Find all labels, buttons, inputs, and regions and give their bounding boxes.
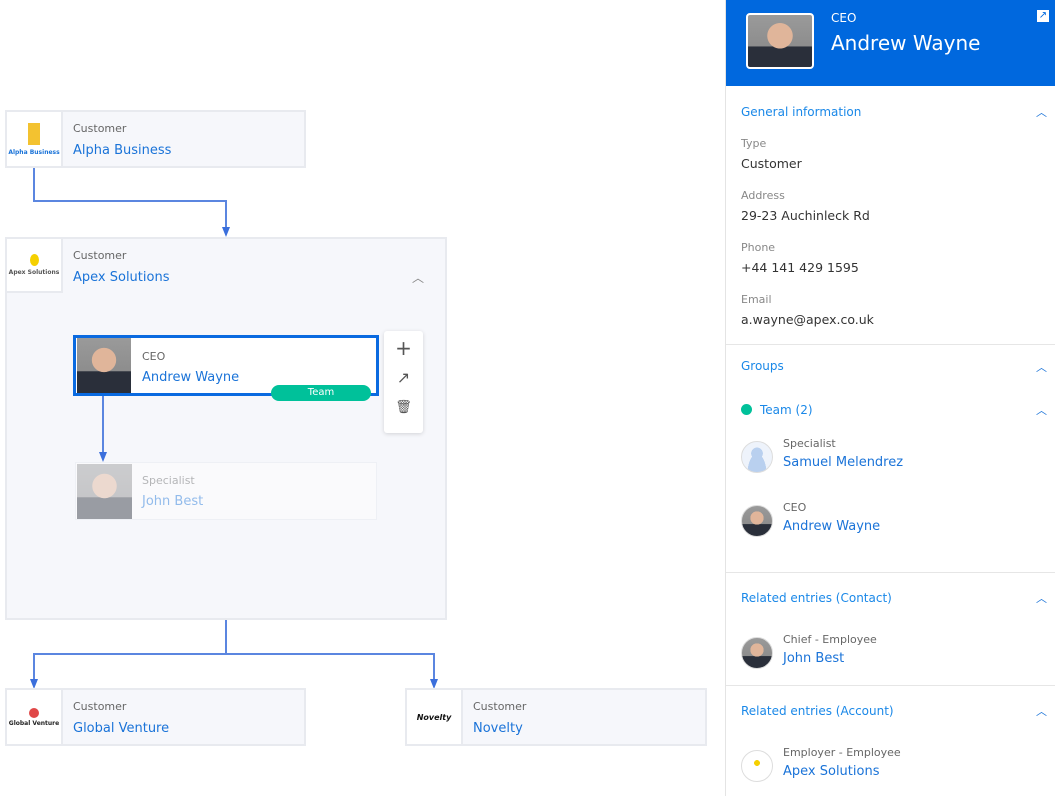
related-contact: Chief - Employee John Best xyxy=(741,633,1055,673)
avatar xyxy=(746,13,814,69)
company-logo: Novelty xyxy=(407,690,463,744)
team-color-dot xyxy=(741,404,752,415)
connect-arrow-icon[interactable]: ↗ xyxy=(384,368,423,400)
group-member: Specialist Samuel Melendrez xyxy=(741,437,1055,477)
avatar xyxy=(741,637,773,669)
chevron-up-icon[interactable]: ︿ xyxy=(1036,359,1047,375)
node-name[interactable]: John Best xyxy=(142,494,203,509)
group-member: CEO Andrew Wayne xyxy=(741,501,1055,541)
type-value: Customer xyxy=(741,156,802,171)
company-logo: Global Venture xyxy=(7,690,63,744)
phone-value: +44 141 429 1595 xyxy=(741,260,859,275)
avatar xyxy=(77,338,131,393)
connector xyxy=(33,653,435,655)
company-logo xyxy=(741,750,773,782)
member-role: Specialist xyxy=(783,437,836,450)
section-title[interactable]: Related entries (Contact) xyxy=(741,591,892,605)
relation-role: Employer - Employee xyxy=(783,746,901,759)
section-title[interactable]: Groups xyxy=(741,359,784,373)
phone-label: Phone xyxy=(741,241,776,254)
trash-icon[interactable]: 🗑 xyxy=(384,400,423,415)
node-role: Specialist xyxy=(142,474,195,487)
chevron-up-icon[interactable]: ︿ xyxy=(1036,703,1047,719)
node-name[interactable]: Andrew Wayne xyxy=(142,370,239,385)
node-name[interactable]: Global Venture xyxy=(73,721,169,736)
avatar xyxy=(77,464,132,519)
type-label: Type xyxy=(741,137,767,150)
avatar xyxy=(741,505,773,537)
chevron-up-icon[interactable]: ︿ xyxy=(1036,402,1047,418)
section-groups: Groups ︿ Team (2) ︿ Specialist Samuel Me… xyxy=(726,345,1055,573)
open-external-icon[interactable]: ↗ xyxy=(1037,10,1049,22)
node-novelty[interactable]: Novelty Customer Novelty xyxy=(405,688,707,746)
group-apex-solutions[interactable]: Apex Solutions Customer Apex Solutions ︿ xyxy=(5,237,447,620)
node-name[interactable]: Alpha Business xyxy=(73,143,171,158)
related-account: Employer - Employee Apex Solutions xyxy=(741,746,1055,786)
team-badge: Team xyxy=(271,385,371,401)
arrow-head xyxy=(99,452,107,462)
section-related-contact: Related entries (Contact) ︿ Chief - Empl… xyxy=(726,573,1055,686)
related-name[interactable]: John Best xyxy=(783,651,844,666)
header-role: CEO xyxy=(831,11,857,25)
connector xyxy=(225,620,227,654)
node-type: Customer xyxy=(73,122,127,135)
node-name[interactable]: Novelty xyxy=(473,721,523,736)
collapse-chevron-icon[interactable]: ︿ xyxy=(412,269,424,286)
member-name[interactable]: Andrew Wayne xyxy=(783,519,880,534)
relation-role: Chief - Employee xyxy=(783,633,877,646)
connector xyxy=(102,396,104,454)
email-label: Email xyxy=(741,293,772,306)
arrow-head xyxy=(222,227,230,237)
company-logo: Apex Solutions xyxy=(7,239,63,293)
details-panel: CEO Andrew Wayne ↗ General information ︿… xyxy=(725,0,1055,796)
node-role: CEO xyxy=(142,350,166,363)
address-value: 29-23 Auchinleck Rd xyxy=(741,208,870,223)
node-type: Customer xyxy=(473,700,527,713)
node-type: Customer xyxy=(73,700,127,713)
section-general-information: General information ︿ Type Customer Addr… xyxy=(726,86,1055,345)
email-value: a.wayne@apex.co.uk xyxy=(741,312,874,327)
node-john-best[interactable]: Specialist John Best xyxy=(75,462,377,520)
avatar-placeholder-icon xyxy=(741,441,773,473)
chevron-up-icon[interactable]: ︿ xyxy=(1036,104,1047,120)
node-type: Customer xyxy=(73,249,127,262)
node-alpha-business[interactable]: Alpha Business Customer Alpha Business xyxy=(5,110,306,168)
section-related-account: Related entries (Account) ︿ Employer - E… xyxy=(726,686,1055,796)
member-name[interactable]: Samuel Melendrez xyxy=(783,455,903,470)
connector xyxy=(33,167,35,202)
connector xyxy=(225,200,227,228)
node-toolbar: + ↗ 🗑 xyxy=(384,331,423,433)
connector xyxy=(33,653,35,679)
section-title[interactable]: General information xyxy=(741,105,861,119)
company-logo: Alpha Business xyxy=(7,112,63,166)
connector xyxy=(433,653,435,679)
connector xyxy=(33,200,227,202)
address-label: Address xyxy=(741,189,785,202)
header-name: Andrew Wayne xyxy=(831,31,981,55)
chevron-up-icon[interactable]: ︿ xyxy=(1036,590,1047,606)
team-group-label[interactable]: Team (2) xyxy=(760,403,813,417)
node-global-venture[interactable]: Global Venture Customer Global Venture xyxy=(5,688,306,746)
panel-header: CEO Andrew Wayne ↗ xyxy=(726,0,1055,86)
node-name[interactable]: Apex Solutions xyxy=(73,270,169,285)
section-title[interactable]: Related entries (Account) xyxy=(741,704,894,718)
member-role: CEO xyxy=(783,501,807,514)
add-icon[interactable]: + xyxy=(384,336,423,368)
related-name[interactable]: Apex Solutions xyxy=(783,764,879,779)
